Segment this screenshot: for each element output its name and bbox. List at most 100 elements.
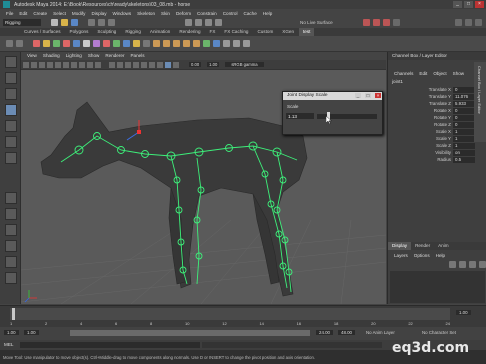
attr-row-visibility[interactable]: Visibility on <box>388 149 475 156</box>
viewport-menu-show[interactable]: Show <box>88 52 100 60</box>
menu-modify[interactable]: Modify <box>72 11 86 16</box>
time-slider-track[interactable] <box>10 308 450 320</box>
current-time-marker[interactable] <box>12 308 15 320</box>
ik-handle-icon[interactable] <box>43 40 50 47</box>
nurbs-circle-icon[interactable] <box>213 40 220 47</box>
scale-value-field[interactable] <box>286 113 314 119</box>
channel-menu-channels[interactable]: Channels <box>394 70 413 78</box>
camera-attributes-icon[interactable] <box>31 61 37 68</box>
save-scene-icon[interactable] <box>71 19 78 26</box>
bookmark-icon[interactable] <box>39 61 45 68</box>
channel-menu-show[interactable]: Show <box>453 70 465 78</box>
ik-spline-icon[interactable] <box>53 40 60 47</box>
render-settings-icon[interactable] <box>393 19 400 26</box>
layer-menu-help[interactable]: Help <box>436 253 445 258</box>
start-time-field[interactable]: 1.00 <box>4 330 19 335</box>
ipr-render-icon[interactable] <box>383 19 390 26</box>
joint-tool-icon[interactable] <box>33 40 40 47</box>
shelf-tab-sculpting[interactable]: Sculpting <box>93 28 120 36</box>
menu-constrain[interactable]: Constrain <box>197 11 217 16</box>
new-layer-selected-icon[interactable] <box>459 261 466 268</box>
playback-start-field[interactable]: 1.00 <box>24 330 39 335</box>
maximize-button[interactable]: □ <box>464 1 473 8</box>
persp-graph-layout-icon[interactable] <box>5 224 17 236</box>
channel-box-icon[interactable] <box>475 19 482 26</box>
viewport-menu-renderer[interactable]: Renderer <box>105 52 124 60</box>
menu-create[interactable]: Create <box>33 11 47 16</box>
anim-layer-selector[interactable]: No Anim Layer <box>366 330 395 335</box>
dialog-minimize-button[interactable]: _ <box>355 93 361 99</box>
menu-skeleton[interactable]: Skeleton <box>137 11 155 16</box>
far-clip-field[interactable]: 1.00 <box>207 62 220 67</box>
move-layer-down-icon[interactable] <box>479 261 486 268</box>
attr-row-translate-x[interactable]: Translate X0 <box>388 86 475 93</box>
single-perspective-layout-icon[interactable] <box>5 192 17 204</box>
isolate-select-icon[interactable] <box>173 61 179 68</box>
shelf-tab-custom[interactable]: Custom <box>253 28 277 36</box>
live-surface-label[interactable]: No Live Surface <box>300 20 333 25</box>
attr-row-scale-y[interactable]: Scale Y1 <box>388 135 475 142</box>
menu-skin[interactable]: Skin <box>161 11 170 16</box>
freeze-transforms-icon[interactable] <box>223 40 230 47</box>
layer-tab-display[interactable]: Display <box>388 242 412 250</box>
lights-icon[interactable] <box>141 61 147 68</box>
viewport-menu-view[interactable]: View <box>27 52 37 60</box>
dialog-maximize-button[interactable]: □ <box>365 93 371 99</box>
snap-surface-icon[interactable] <box>215 19 222 26</box>
attr-row-radius[interactable]: Radius 0.5 <box>388 156 475 163</box>
blend-shape-icon[interactable] <box>133 40 140 47</box>
dialog-title-bar[interactable]: Joint Display Scale _ □ × <box>283 92 382 100</box>
scale-tool-icon[interactable] <box>5 136 17 148</box>
snap-grid-icon[interactable] <box>185 19 192 26</box>
rotate-tool-icon[interactable] <box>5 120 17 132</box>
camera-select-icon[interactable] <box>23 61 29 68</box>
shelf-tab-rendering[interactable]: Rendering <box>175 28 204 36</box>
script-type-label[interactable]: MEL <box>4 342 13 347</box>
selected-object-name[interactable]: joint1 <box>392 79 403 84</box>
insert-joint-icon[interactable] <box>63 40 70 47</box>
layer-menu-options[interactable]: Options <box>414 253 430 258</box>
attr-row-translate-z[interactable]: Translate Z 5.933 <box>388 100 475 107</box>
character-set-selector[interactable]: No Character Set <box>422 330 456 335</box>
attr-row-rotate-x[interactable]: Rotate X0 <box>388 107 475 114</box>
layer-menu-layers[interactable]: Layers <box>394 253 408 258</box>
layer-tab-anim[interactable]: Anim <box>434 242 452 250</box>
paint-weights-icon[interactable] <box>103 40 110 47</box>
render-current-icon[interactable] <box>373 19 380 26</box>
attr-row-scale-z[interactable]: Scale Z1 <box>388 142 475 149</box>
mode-selector[interactable]: Rigging <box>3 19 41 26</box>
attr-row-rotate-z[interactable]: Rotate Z0 <box>388 121 475 128</box>
gate-mask-icon[interactable] <box>79 61 85 68</box>
open-scene-icon[interactable] <box>61 19 68 26</box>
four-view-layout-icon[interactable] <box>5 208 17 220</box>
menu-cache[interactable]: Cache <box>244 11 257 16</box>
shelf-tab-test[interactable]: test <box>299 28 315 36</box>
menu-file[interactable]: File <box>6 11 13 16</box>
playback-end-field[interactable]: 24.00 <box>316 330 333 335</box>
image-plane-icon[interactable] <box>47 61 53 68</box>
menu-help[interactable]: Help <box>263 11 272 16</box>
orient-constraint-icon[interactable] <box>173 40 180 47</box>
channel-menu-object[interactable]: Object <box>433 70 446 78</box>
pole-vector-icon[interactable] <box>193 40 200 47</box>
shelf-tab-polygons[interactable]: Polygons <box>66 28 93 36</box>
layer-tab-render[interactable]: Render <box>411 242 434 250</box>
shelf-tab-rigging[interactable]: Rigging <box>121 28 145 36</box>
xray-joints-icon[interactable] <box>165 61 171 68</box>
channel-menu-edit[interactable]: Edit <box>419 70 427 78</box>
command-input[interactable] <box>20 342 200 348</box>
viewport-menu-panels[interactable]: Panels <box>130 52 144 60</box>
lasso-tool-icon[interactable] <box>5 72 17 84</box>
select-component-icon[interactable] <box>108 19 115 26</box>
parent-constraint-icon[interactable] <box>183 40 190 47</box>
shelf-tab-curves-surfaces[interactable]: Curves / Surfaces <box>20 28 65 36</box>
layer-list[interactable] <box>390 271 485 303</box>
snap-point-icon[interactable] <box>205 19 212 26</box>
orient-joint-icon[interactable] <box>83 40 90 47</box>
wrap-icon[interactable] <box>143 40 150 47</box>
shelf-tab-fx-caching[interactable]: FX Caching <box>220 28 252 36</box>
shelf-tab-animation[interactable]: Animation <box>146 28 174 36</box>
last-tool-icon[interactable] <box>5 152 17 164</box>
render-view-icon[interactable] <box>363 19 370 26</box>
point-constraint-icon[interactable] <box>153 40 160 47</box>
